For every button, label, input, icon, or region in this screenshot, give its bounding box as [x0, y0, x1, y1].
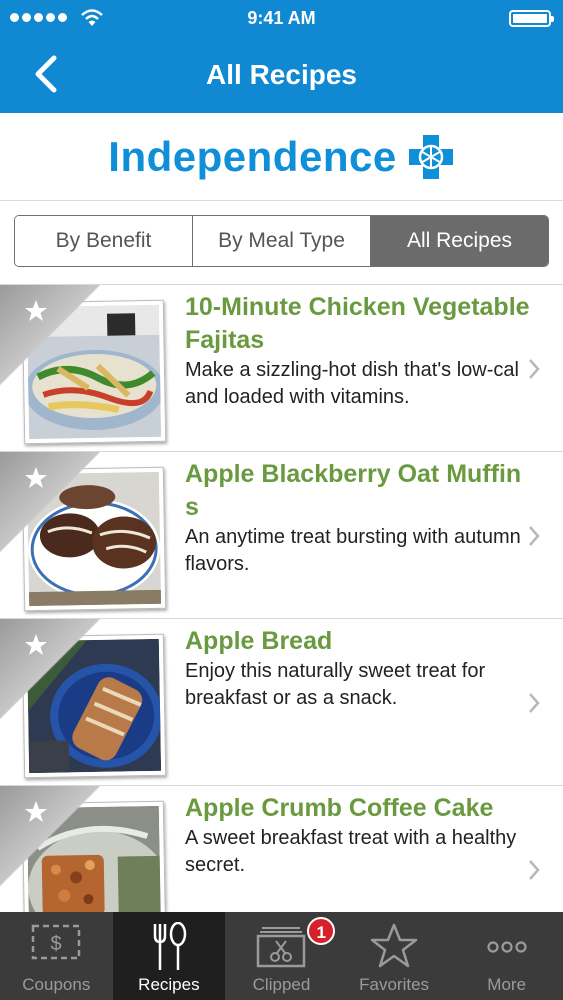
svg-text:$: $: [51, 933, 62, 955]
tab-label: Coupons: [22, 975, 91, 994]
favorite-corner: [0, 452, 110, 562]
status-bar: 9:41 AM: [0, 0, 563, 36]
battery-icon: [509, 10, 554, 27]
status-time: 9:41 AM: [247, 8, 316, 28]
fork-spoon-icon: [153, 922, 187, 970]
tab-label: More: [487, 975, 527, 994]
recipe-list: 10-Minute Chicken Vegetable Fajitas Make…: [0, 284, 563, 912]
segment-all-recipes[interactable]: All Recipes: [371, 216, 548, 266]
tab-recipes[interactable]: Recipes: [112, 912, 226, 1000]
recipe-filter-segmented-control: By Benefit By Meal Type All Recipes: [14, 215, 549, 267]
tab-label: Clipped: [252, 975, 311, 994]
star-icon[interactable]: [24, 466, 48, 490]
tab-clipped[interactable]: 1 Clipped: [225, 912, 338, 1000]
recipe-row[interactable]: Apple Bread Enjoy this naturally sweet t…: [0, 619, 563, 786]
star-icon: [370, 923, 418, 968]
chevron-right-icon: [529, 526, 540, 546]
notification-badge: 1: [307, 917, 336, 945]
recipe-description: An anytime treat bursting with autumn fl…: [185, 526, 521, 575]
tab-more[interactable]: More: [450, 912, 563, 1000]
chevron-right-icon: [529, 693, 540, 713]
recipe-title: Apple Crumb Coffee Cake: [185, 794, 494, 822]
tab-favorites[interactable]: Favorites: [338, 912, 451, 1000]
navigation-header: 9:41 AM All Recipes: [0, 0, 563, 113]
favorite-corner: [0, 619, 110, 729]
tab-coupons[interactable]: $ Coupons: [0, 912, 113, 1000]
recipe-title: Apple Blackberry Oat Muffins: [185, 460, 522, 521]
scissors-box-icon: [257, 927, 306, 968]
recipe-row[interactable]: Apple Crumb Coffee Cake A sweet breakfas…: [0, 786, 563, 912]
segment-by-meal-type[interactable]: By Meal Type: [193, 216, 371, 266]
recipe-description: A sweet breakfast treat with a healthy s…: [185, 827, 517, 876]
star-icon[interactable]: [24, 633, 48, 657]
star-icon[interactable]: [24, 299, 48, 323]
brand-banner: Independence: [0, 113, 563, 201]
recipe-description: Make a sizzling-hot dish that's low-cal …: [185, 359, 519, 408]
recipe-description: Enjoy this naturally sweet treat for bre…: [185, 660, 486, 709]
more-dots-icon: [487, 941, 527, 953]
coupon-icon: $: [32, 924, 81, 960]
app-screen: 9:41 AM All Recipes Independence By Bene…: [0, 0, 563, 1000]
star-icon[interactable]: [24, 800, 48, 824]
recipe-title: 10-Minute Chicken Vegetable Fajitas: [185, 293, 530, 354]
recipe-row[interactable]: 10-Minute Chicken Vegetable Fajitas Make…: [0, 285, 563, 452]
page-title: All Recipes: [206, 59, 357, 90]
favorite-corner: [0, 786, 110, 896]
recipe-row[interactable]: Apple Blackberry Oat Muffins An anytime …: [0, 452, 563, 619]
tab-label: Recipes: [138, 975, 200, 994]
segment-by-benefit[interactable]: By Benefit: [15, 216, 193, 266]
chevron-right-icon: [529, 359, 540, 379]
brand-name: Independence: [108, 132, 397, 180]
chevron-right-icon: [529, 860, 540, 880]
tab-label: Favorites: [359, 975, 430, 994]
recipe-title: Apple Bread: [185, 627, 333, 655]
favorite-corner: [0, 285, 110, 395]
bottom-tab-bar: $ Coupons Recipes 1 Clipped Favorites Mo…: [0, 912, 563, 1000]
blue-cross-logo-icon: [408, 134, 453, 179]
